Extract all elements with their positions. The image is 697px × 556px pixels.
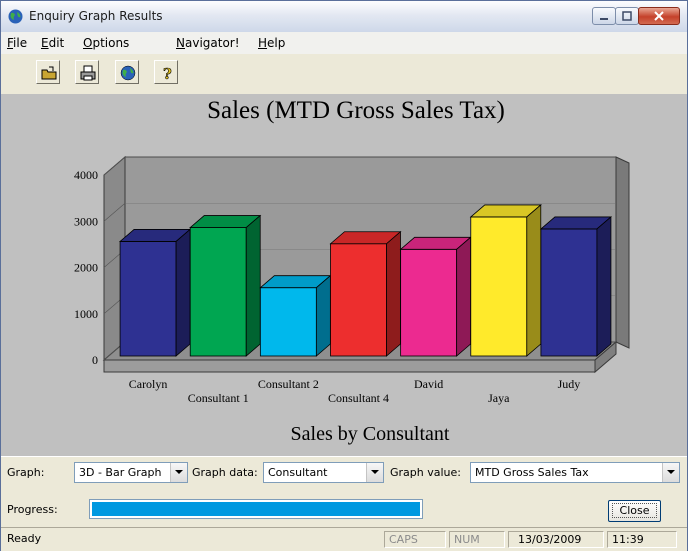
status-bar: Ready CAPS NUM 13/03/2009 11:39 — [1, 527, 687, 551]
menu-edit[interactable]: Edit — [41, 36, 64, 50]
chevron-down-icon — [175, 470, 183, 474]
menu-bar: File Edit Options Navigator! Help — [1, 32, 687, 54]
bar — [400, 248, 458, 357]
x-tick-label: Consultant 2 — [258, 377, 319, 391]
open-folder-icon — [41, 66, 57, 80]
help-button[interactable]: ? — [154, 60, 178, 84]
y-tick-label: 2000 — [74, 261, 98, 275]
bar-side — [596, 216, 612, 357]
menu-help[interactable]: Help — [258, 36, 285, 50]
toolbar: ? — [1, 54, 687, 95]
chart-floor-edge — [103, 359, 596, 373]
svg-text:?: ? — [163, 65, 172, 82]
bar-side — [386, 230, 401, 357]
x-tick-label: Judy — [558, 377, 581, 391]
bar-chart: Sales (MTD Gross Sales Tax) 0 1000 2000 3000… — [74, 97, 630, 445]
print-button[interactable] — [75, 60, 99, 84]
num-indicator: NUM — [449, 531, 505, 548]
bar — [540, 228, 598, 357]
graph-value-dropdown[interactable] — [662, 463, 679, 482]
minimize-icon — [600, 18, 608, 20]
caps-indicator: CAPS — [384, 531, 446, 548]
print-icon — [80, 65, 96, 81]
globe-icon — [120, 65, 136, 81]
app-window: Enquiry Graph Results File Edit Options … — [0, 0, 688, 551]
window-close-button[interactable] — [638, 7, 680, 25]
menu-options[interactable]: Options — [83, 36, 129, 50]
x-tick-label: Consultant 1 — [188, 391, 249, 405]
graph-value-label: Graph value: — [390, 466, 461, 479]
bar-side — [456, 236, 472, 357]
x-tick-label: David — [414, 377, 443, 391]
graph-type-dropdown[interactable] — [170, 463, 187, 482]
x-tick-label: Consultant 4 — [328, 391, 389, 405]
progress-bar — [89, 499, 423, 519]
graph-value-select[interactable]: MTD Gross Sales Tax — [470, 462, 680, 483]
status-time: 11:39 — [607, 531, 677, 548]
bar — [119, 241, 177, 357]
menu-navigator[interactable]: Navigator! — [176, 36, 240, 50]
help-icon: ? — [163, 65, 173, 82]
y-tick-label: 3000 — [74, 214, 98, 228]
y-tick-label: 1000 — [74, 307, 98, 321]
x-tick-label: Jaya — [488, 391, 510, 405]
chart-right-wall — [615, 156, 630, 349]
x-axis-label: Sales by Consultant — [291, 423, 450, 445]
graph-data-label: Graph data: — [192, 466, 258, 479]
chart-title: Sales (MTD Gross Sales Tax) — [207, 97, 505, 124]
status-text: Ready — [7, 532, 42, 545]
bar — [330, 243, 387, 357]
close-button[interactable]: Close — [608, 500, 661, 522]
menu-file[interactable]: File — [7, 36, 27, 50]
y-tick-label: 0 — [92, 353, 98, 367]
graph-type-select[interactable]: 3D - Bar Graph — [74, 462, 188, 483]
graph-label: Graph: — [7, 466, 45, 479]
chevron-down-icon — [667, 470, 675, 474]
app-globe-icon — [8, 9, 23, 24]
chart-area: Sales (MTD Gross Sales Tax) 0 1000 2000 3000… — [1, 94, 687, 456]
close-icon — [654, 11, 664, 21]
graph-data-dropdown[interactable] — [366, 463, 383, 482]
progress-fill — [92, 502, 420, 516]
graph-data-select[interactable]: Consultant — [263, 462, 384, 483]
maximize-button[interactable] — [615, 7, 639, 25]
window-title: Enquiry Graph Results — [29, 9, 163, 23]
bar-side — [245, 214, 261, 357]
progress-label: Progress: — [7, 503, 58, 516]
bar — [189, 227, 247, 357]
bar — [470, 216, 528, 357]
chevron-down-icon — [371, 470, 379, 474]
bar-side — [315, 274, 331, 357]
graph-controls: Graph: 3D - Bar Graph Graph data: Consul… — [1, 456, 687, 489]
bar-side — [175, 228, 191, 357]
y-tick-label: 4000 — [74, 168, 98, 182]
bar — [259, 287, 317, 357]
navigator-button[interactable] — [115, 60, 139, 84]
bar-side — [526, 204, 542, 357]
status-date: 13/03/2009 — [508, 531, 604, 548]
title-bar[interactable]: Enquiry Graph Results — [1, 1, 687, 33]
maximize-icon — [622, 11, 632, 21]
x-tick-label: Carolyn — [129, 377, 168, 391]
progress-row: Progress: Close — [1, 489, 687, 525]
minimize-button[interactable] — [592, 7, 616, 25]
open-button[interactable] — [36, 60, 60, 84]
